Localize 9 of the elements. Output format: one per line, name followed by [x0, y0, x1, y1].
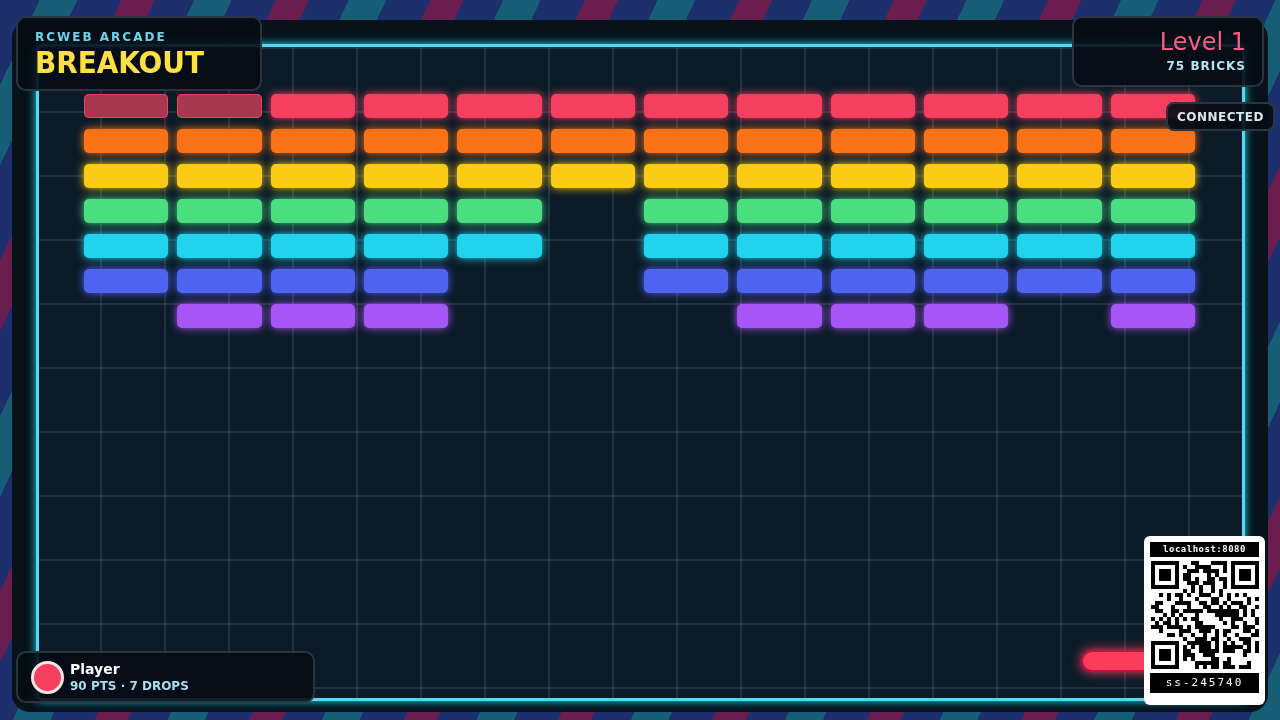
connection-status: CONNECTED	[1166, 102, 1275, 131]
brick-count: 75 BRICKS	[1166, 58, 1246, 75]
player-name: Player	[70, 660, 121, 678]
level-label: Level 1	[1159, 27, 1246, 57]
game-title: BREAKOUT	[35, 44, 205, 80]
qr-code-label: ss-245740	[1150, 673, 1259, 693]
player-stats: 90 PTS · 7 DROPS	[70, 677, 189, 694]
brand-label: RCWEB ARCADE	[35, 30, 168, 44]
qr-url: localhost:8080	[1150, 542, 1259, 557]
